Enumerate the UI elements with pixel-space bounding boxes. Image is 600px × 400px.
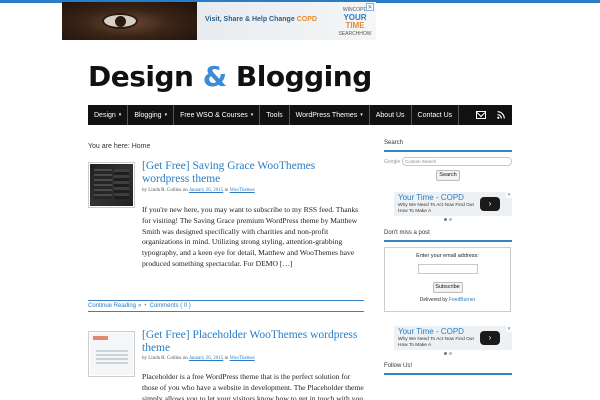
caret-down-icon: ▾ <box>360 112 363 118</box>
chevron-right-icon[interactable]: › <box>480 331 500 345</box>
search-widget-title: Search <box>384 140 512 152</box>
sidebar-ad[interactable]: Your Time - COPD Why We Need To Act Now … <box>394 326 512 350</box>
post-item: [Get Free] Placeholder WooThemes wordpre… <box>88 329 364 400</box>
breadcrumb: You are here: Home <box>88 143 151 150</box>
mail-icon[interactable] <box>476 111 486 119</box>
meta-date-link[interactable]: January 26, 2015 <box>189 188 223 193</box>
post-title[interactable]: [Get Free] Saving Grace WooThemes wordpr… <box>142 160 364 186</box>
sidebar-ad[interactable]: Your Time - COPD Why We Need To Act Now … <box>394 192 512 216</box>
subscribe-button[interactable]: Subscribe <box>432 282 463 293</box>
caret-down-icon: ▾ <box>250 112 254 118</box>
email-field[interactable] <box>417 264 478 274</box>
thumbnail-image <box>90 164 133 206</box>
continue-reading-link[interactable]: Continue Reading <box>88 303 136 309</box>
meta-author: Linda R. Collins <box>148 188 182 193</box>
top-ad-banner[interactable]: Visit, Share & Help Change COPD WINCOPD … <box>62 2 376 40</box>
meta-on: on <box>181 188 189 193</box>
meta-author: Linda R. Collins <box>148 356 182 361</box>
search-button[interactable]: Search <box>436 170 460 181</box>
post-meta: by Linda R. Collins on January 26, 2015 … <box>142 188 255 193</box>
ad-logo-small-bottom: SEARCHHOW <box>338 31 372 37</box>
sidebar-ad-title: Your Time - COPD <box>398 327 464 336</box>
feedburner-link[interactable]: FeedBurner <box>449 297 475 303</box>
thumbnail-image <box>90 333 133 375</box>
follow-widget-title: Follow Us! <box>384 363 512 375</box>
nav-item-contact-us[interactable]: Contact Us <box>412 105 460 125</box>
carousel-dot[interactable] <box>449 352 452 355</box>
subscribe-label: Enter your email address: <box>416 253 479 259</box>
caret-down-icon: ▾ <box>164 112 168 118</box>
post-excerpt: If you're new here, you may want to subs… <box>142 205 364 270</box>
chevron-right-icon[interactable]: › <box>480 197 500 211</box>
ad-logo-line2: TIME <box>345 21 365 30</box>
nav-icons <box>476 105 512 125</box>
close-icon[interactable]: ✕ <box>506 326 512 332</box>
carousel-dot[interactable] <box>449 218 452 221</box>
nav-item-free-wso[interactable]: Free WSO & Courses ▾ <box>174 105 261 125</box>
ad-tagline-highlight: COPD <box>296 16 317 23</box>
comments-link[interactable]: Comments { 0 } <box>150 303 191 309</box>
nav-item-about-us[interactable]: About Us <box>370 105 412 125</box>
subscribe-widget-title: Don't miss a post <box>384 230 512 242</box>
rss-icon[interactable] <box>496 111 506 119</box>
delivered-by: Delivered by FeedBurner <box>389 297 506 303</box>
ad-tagline-main: Visit, Share & Help Change <box>205 16 297 23</box>
search-input[interactable]: Custom Search <box>402 157 512 166</box>
meta-on: on <box>181 356 189 361</box>
ad-eye-image <box>102 13 138 29</box>
nav-item-blogging[interactable]: Blogging ▾ <box>128 105 175 125</box>
nav-item-design[interactable]: Design ▾ <box>88 105 129 125</box>
sidebar-ad-sub: Why We Need To Act Now Find Out How To M… <box>398 337 474 348</box>
ad-face-image <box>62 2 197 40</box>
close-icon[interactable]: ✕ <box>366 3 374 11</box>
main-nav: Design ▾ Blogging ▾ Free WSO & Courses ▾ To… <box>88 105 512 125</box>
meta-date-link[interactable]: January 26, 2015 <box>189 356 223 361</box>
footer-separator: • <box>144 303 147 309</box>
ad-tagline[interactable]: Visit, Share & Help Change COPD <box>205 16 317 23</box>
carousel-dot[interactable] <box>444 352 447 355</box>
nav-item-wordpress-themes[interactable]: WordPress Themes ▾ <box>290 105 370 125</box>
close-icon[interactable]: ✕ <box>506 192 512 198</box>
subscribe-box: Enter your email address: Subscribe Deli… <box>384 247 511 312</box>
post-title[interactable]: [Get Free] Placeholder WooThemes wordpre… <box>142 329 364 355</box>
meta-category-link[interactable]: WooThemes <box>230 356 255 361</box>
site-title-ampersand: & <box>202 60 227 93</box>
caret-down-icon: ▾ <box>118 112 122 118</box>
post-meta: by Linda R. Collins on January 26, 2015 … <box>142 356 255 361</box>
nav-item-label: WordPress Themes <box>295 111 358 119</box>
sidebar: Search Google Custom Search Search Your … <box>384 140 512 380</box>
search-row: Google Custom Search <box>384 157 512 166</box>
sidebar-ad-sub: Why We Need To Act Now Find Out How To M… <box>398 203 474 214</box>
post-thumbnail[interactable] <box>88 331 135 377</box>
nav-item-label: Blogging <box>134 111 162 119</box>
nav-item-label: Design <box>94 111 116 119</box>
nav-item-tools[interactable]: Tools <box>260 105 290 125</box>
post-footer: Continue Reading» • Comments { 0 } <box>88 300 364 312</box>
arrow-right-icon: » <box>138 303 142 309</box>
delivered-by-label: Delivered by <box>419 297 449 303</box>
nav-item-label: About Us <box>375 111 405 119</box>
site-title-part1: Design <box>88 60 203 93</box>
nav-item-label: Tools <box>266 111 283 119</box>
post-thumbnail[interactable] <box>88 162 135 208</box>
meta-category-link[interactable]: WooThemes <box>230 188 255 193</box>
nav-item-label: Free WSO & Courses <box>180 111 248 119</box>
carousel-dot[interactable] <box>444 218 447 221</box>
sidebar-ad-title: Your Time - COPD <box>398 193 464 202</box>
nav-item-label: Contact Us <box>417 111 453 119</box>
post-excerpt: Placeholder is a free WordPress theme th… <box>142 372 364 400</box>
site-title[interactable]: Design & Blogging <box>88 60 372 94</box>
post-item: [Get Free] Saving Grace WooThemes wordpr… <box>88 160 364 312</box>
site-title-part2: Blogging <box>226 60 372 93</box>
google-logo: Google <box>384 158 401 165</box>
